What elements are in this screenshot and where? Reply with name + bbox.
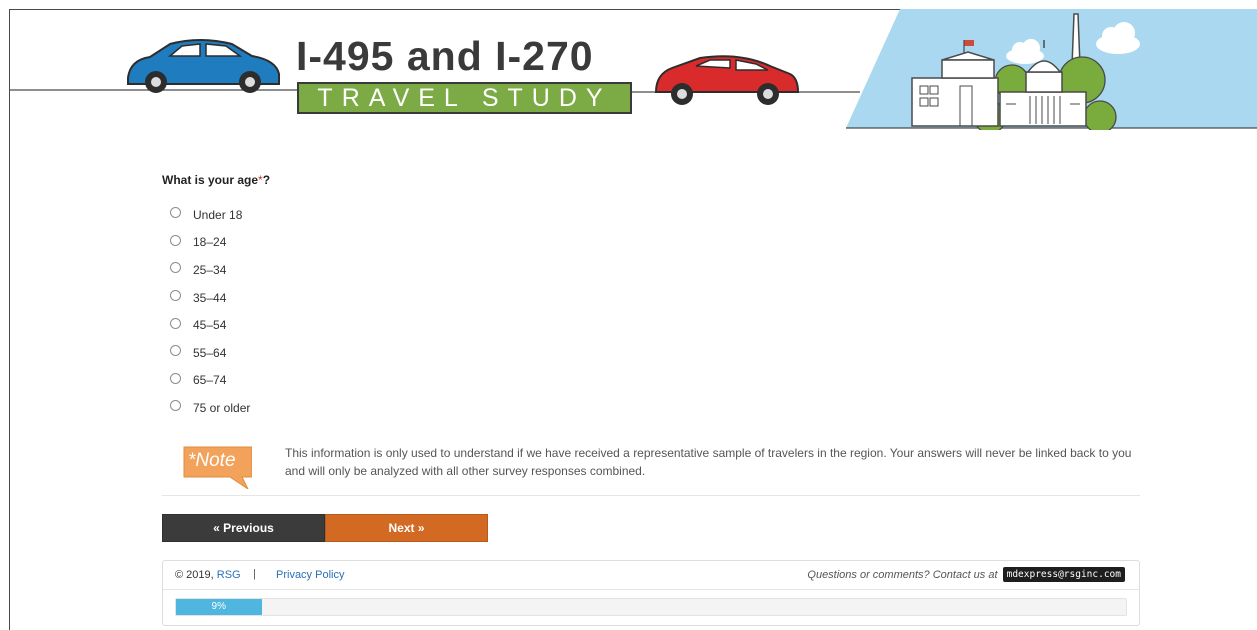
rsg-link[interactable]: RSG <box>217 569 241 581</box>
option-label: 45–54 <box>193 318 227 333</box>
option-label: 18–24 <box>193 235 227 250</box>
radio-button[interactable] <box>170 317 181 329</box>
radio-button[interactable] <box>170 372 181 384</box>
copyright: © 2019, RSG <box>175 569 241 581</box>
red-car-icon <box>654 55 800 105</box>
email-link[interactable]: mdexpress@rsginc.com <box>1002 567 1125 582</box>
radio-button[interactable] <box>170 234 181 246</box>
contact-text: Questions or comments? Contact us at <box>807 569 998 581</box>
option-45-54[interactable]: 45–54 <box>170 311 250 339</box>
progress-bar: 9% <box>175 598 1127 616</box>
question-text: What is your age <box>162 173 259 187</box>
radio-button[interactable] <box>170 207 181 219</box>
option-25-34[interactable]: 25–34 <box>170 256 250 284</box>
option-75-or-older[interactable]: 75 or older <box>170 394 250 422</box>
blue-car-icon <box>127 39 280 93</box>
note-badge: *Note <box>182 445 253 491</box>
option-label: 65–74 <box>193 373 227 388</box>
option-18-24[interactable]: 18–24 <box>170 229 250 257</box>
radio-button[interactable] <box>170 262 181 274</box>
divider <box>162 495 1140 496</box>
question-suffix: ? <box>262 173 271 187</box>
option-label: 35–44 <box>193 290 227 305</box>
age-options: Under 18 18–24 25–34 35–44 45–54 55–64 6… <box>170 201 250 422</box>
footer-separator: | <box>253 568 256 580</box>
header-banner: I-495 and I-270 TRAVEL STUDY <box>0 0 1257 130</box>
option-65-74[interactable]: 65–74 <box>170 367 250 395</box>
option-label: 55–64 <box>193 345 227 360</box>
option-55-64[interactable]: 55–64 <box>170 339 250 367</box>
option-35-44[interactable]: 35–44 <box>170 284 250 312</box>
page-subtitle: TRAVEL STUDY <box>297 82 632 114</box>
note-text: This information is only used to underst… <box>285 446 1132 478</box>
note-badge-label: *Note <box>188 450 236 471</box>
radio-button[interactable] <box>170 400 181 412</box>
footer: © 2019, RSG | Privacy Policy Questions o… <box>162 560 1140 626</box>
next-button[interactable]: Next » <box>325 514 488 542</box>
contact-info: Questions or comments? Contact us at mde… <box>807 567 1125 582</box>
radio-button[interactable] <box>170 290 181 302</box>
footer-row: © 2019, RSG | Privacy Policy Questions o… <box>163 561 1139 590</box>
question-label: What is your age*? <box>162 173 270 187</box>
copyright-text: © 2019, <box>175 569 214 581</box>
option-label: 25–34 <box>193 262 227 277</box>
page-title: I-495 and I-270 <box>296 33 594 79</box>
option-label: Under 18 <box>193 207 243 222</box>
progress-fill: 9% <box>176 599 262 615</box>
previous-button[interactable]: « Previous <box>162 514 325 542</box>
option-label: 75 or older <box>193 400 251 415</box>
radio-button[interactable] <box>170 345 181 357</box>
privacy-policy-link[interactable]: Privacy Policy <box>276 569 344 581</box>
option-under-18[interactable]: Under 18 <box>170 201 250 229</box>
